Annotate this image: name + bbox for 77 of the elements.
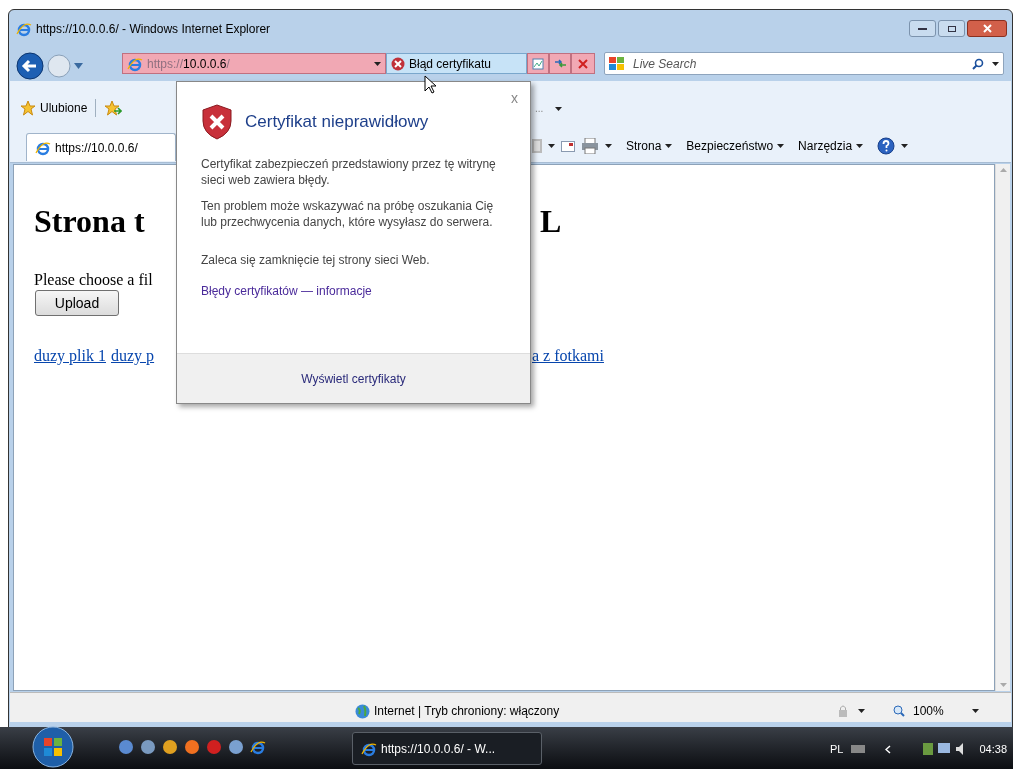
caret-icon [374,61,381,66]
view-certificates-link[interactable]: Wyświetl certyfikaty [301,369,406,388]
caret-icon [605,144,612,148]
close-popup-button[interactable]: x [511,88,518,109]
add-favorite-icon[interactable] [104,100,123,116]
help-icon[interactable] [877,137,896,155]
search-icon[interactable] [972,57,984,70]
chevron-icon[interactable] [885,744,892,754]
url-host: 10.0.0.6 [183,56,227,71]
browser-icon[interactable] [184,739,200,755]
popup-title: Certyfikat nieprawidłowy [245,111,429,134]
close-button[interactable] [967,20,1007,37]
address-bar[interactable]: https://10.0.0.6/ [122,53,386,74]
stop-button[interactable] [571,53,595,74]
certificate-error-button[interactable]: Błąd certyfikatu [386,53,527,74]
prompt-text: Please choose a fil [34,270,153,290]
ie-logo-icon [16,21,32,37]
compatibility-button[interactable] [527,53,549,74]
file-link[interactable]: duzy plik 1 [34,344,106,368]
caret-icon [858,709,865,713]
clock[interactable]: 04:38 [979,741,1007,758]
caret-icon [548,144,555,148]
caret-icon [665,144,673,148]
caret-icon [971,709,979,713]
ie-logo-icon [35,139,51,156]
page-heading: Strona t [34,202,145,241]
popup-text: Ten problem może wskazywać na próbę oszukania Cię lub przechwycenia danych, które wysyłasz do serwera. [201,198,495,230]
close-icon [982,24,992,33]
start-button-icon[interactable] [32,726,74,768]
caret-icon [901,144,909,148]
file-link[interactable]: duzy p [111,344,155,368]
ie-logo-icon [127,55,143,72]
error-shield-icon [391,56,405,71]
dropdown-icon[interactable] [74,63,83,69]
caret-icon [992,61,999,66]
url-path: / [226,56,230,71]
zoom-level[interactable]: 100% [913,702,944,720]
upload-button[interactable]: Upload [35,290,119,316]
maximize-button[interactable] [938,20,965,37]
security-zone-text: Internet | Tryb chroniony: włączony [374,703,560,720]
certificate-errors-link[interactable]: Błędy certyfikatów — informacje [201,282,506,300]
taskbar-window-button[interactable]: https://10.0.0.6/ - W... [352,732,542,765]
keyboard-icon[interactable] [851,745,866,754]
toolbar-menu-button[interactable]: Bezpieczeństwo [686,137,785,155]
star-icon [20,100,36,116]
browser-icon[interactable] [206,739,222,755]
favorites-button[interactable]: Ulubione [20,99,88,117]
window-title: https://10.0.0.6/ - Windows Internet Explorer [36,21,271,38]
caret-icon [555,106,563,111]
back-icon[interactable] [16,52,44,80]
windows-logo-icon [609,56,625,71]
browser-icon[interactable] [228,739,244,755]
search-placeholder: Live Search [633,55,698,73]
language-indicator[interactable]: PL [830,741,844,758]
browser-tab[interactable]: https://10.0.0.6/ [26,133,176,161]
chart-page-icon [532,57,544,70]
ie-logo-icon [361,740,377,757]
error-shield-icon [201,104,233,140]
caret-icon [856,144,864,148]
printer-icon[interactable] [581,138,599,154]
globe-icon [355,703,370,719]
page-heading: L [540,202,562,241]
toolbar-menu-button[interactable]: Narzędzia [798,137,864,155]
browser-icon[interactable] [162,739,178,755]
toolbar-menu-button[interactable]: Strona [626,137,673,155]
mail-icon[interactable] [561,140,575,152]
popup-text: Zaleca się zamknięcie tej strony sieci Web. [201,252,431,268]
search-field[interactable]: Live Search [604,52,1004,75]
refresh-icon [553,58,567,69]
file-link[interactable]: a z fotkami [532,344,604,368]
ie-logo-icon [250,739,266,755]
minimize-button[interactable] [909,20,936,37]
zoom-icon[interactable] [893,705,905,717]
url-scheme: https:// [147,56,184,71]
stop-icon [578,58,588,69]
popup-text: Certyfikat zabezpieczeń przedstawiony przez tę witrynę sieci web zawiera błędy. [201,156,497,188]
caret-icon [777,144,785,148]
